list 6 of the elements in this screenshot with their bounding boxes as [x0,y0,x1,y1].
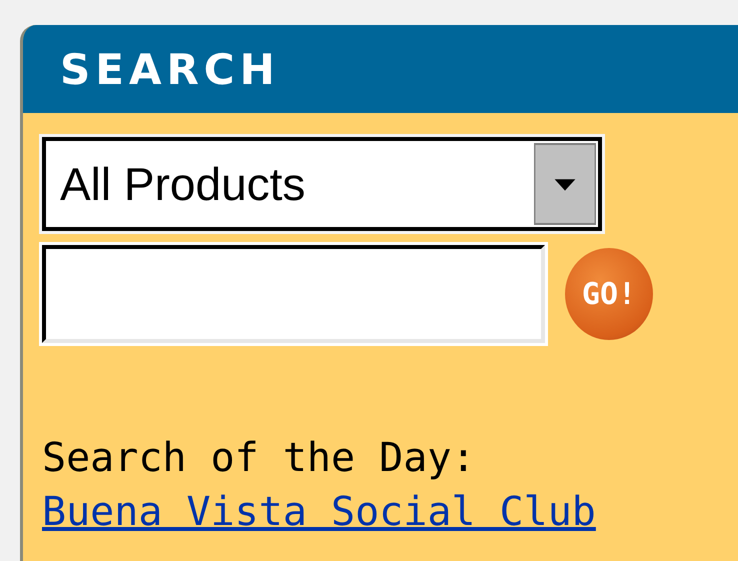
category-select[interactable]: All Products [42,137,602,231]
dropdown-arrow-icon[interactable] [534,143,596,225]
panel-title: SEARCH [60,44,280,94]
search-field[interactable] [42,245,545,343]
search-of-the-day-label: Search of the Day: [42,435,476,481]
search-of-the-day-link[interactable]: Buena Vista Social Club [42,489,738,535]
